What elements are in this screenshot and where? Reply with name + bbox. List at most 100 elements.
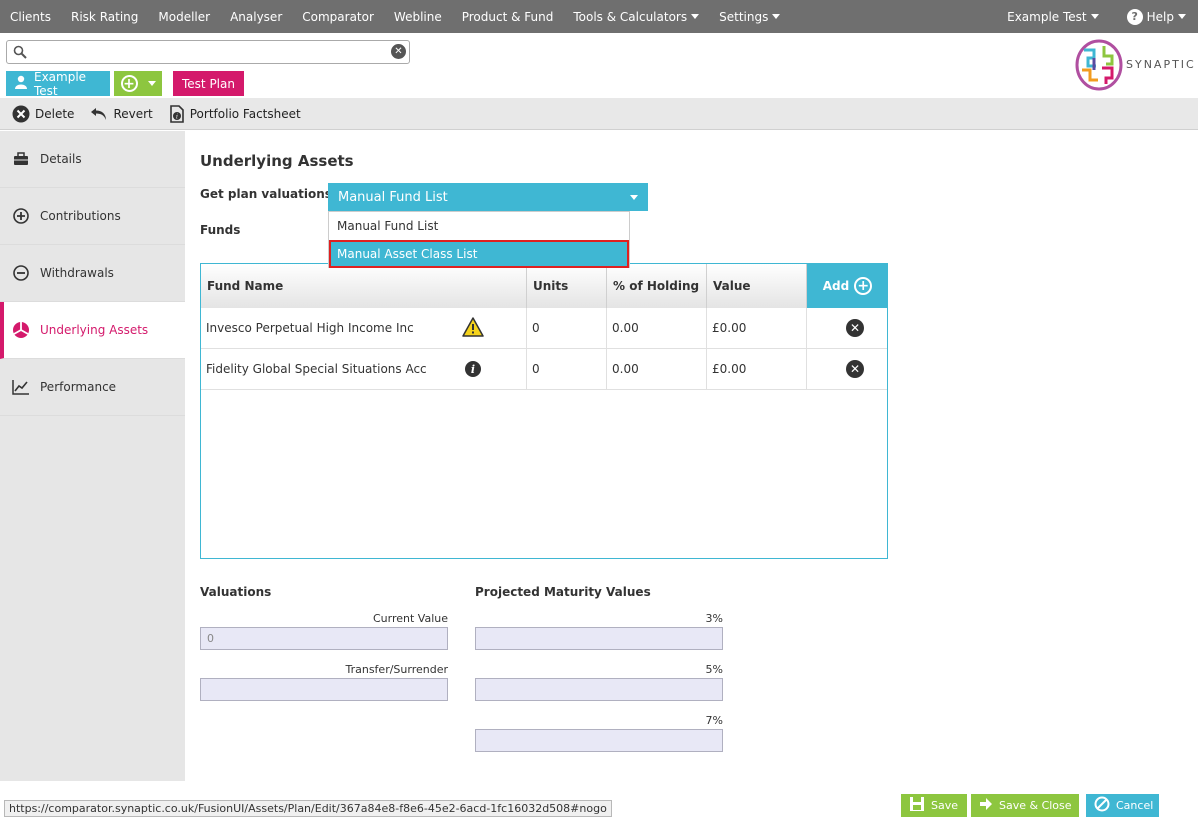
column-header-value: Value [707,264,807,308]
column-header-fund-name: Fund Name [201,264,527,308]
undo-icon [90,106,108,122]
nav-comparator[interactable]: Comparator [292,0,384,33]
option-manual-fund-list[interactable]: Manual Fund List [329,212,629,240]
sidebar-item-label: Withdrawals [40,266,114,280]
search-input[interactable]: ✕ [6,40,410,64]
factsheet-label: Portfolio Factsheet [189,106,301,121]
transfer-surrender-field[interactable] [200,678,448,701]
warning-icon[interactable] [462,317,484,340]
table-row: Invesco Perpetual High Income Inc 0 0.00… [201,308,887,349]
chevron-down-icon [691,14,700,19]
chevron-down-icon [1178,14,1186,19]
fund-name-cell: Invesco Perpetual High Income Inc [201,308,527,348]
sidebar-item-details[interactable]: Details [0,131,185,188]
valuations-title: Valuations [200,585,272,599]
current-value-field[interactable]: 0 [200,627,448,650]
remove-fund-button[interactable]: ✕ [807,349,887,389]
funds-label: Funds [200,223,241,237]
help-label: Help [1146,9,1174,24]
sidebar: Details Contributions Withdrawals Underl… [0,131,185,781]
cancel-icon [1094,796,1110,815]
status-url: https://comparator.synaptic.co.uk/Fusion… [4,800,612,817]
current-value-label: Current Value [372,612,448,625]
projected-7-field[interactable] [475,729,723,752]
nav-analyser[interactable]: Analyser [220,0,292,33]
transfer-surrender-label: Transfer/Surrender [345,663,448,676]
get-plan-valuations-label: Get plan valuations: [200,187,337,201]
plus-circle-icon: + [120,75,138,92]
cancel-button[interactable]: Cancel [1086,794,1159,817]
client-name: Example Test [34,69,87,98]
sidebar-item-withdrawals[interactable]: Withdrawals [0,245,185,302]
synaptic-logo [1074,38,1124,92]
add-label: Add [822,279,850,293]
projected-5-field[interactable] [475,678,723,701]
option-manual-asset-class-list[interactable]: Manual Asset Class List [329,240,629,268]
portfolio-factsheet-button[interactable]: i Portfolio Factsheet [169,104,301,123]
nav-clients[interactable]: Clients [0,0,61,33]
save-icon [909,796,925,815]
close-icon: ✕ [846,319,864,337]
nav-tools-label: Tools & Calculators [573,9,688,24]
fund-name-cell: Fidelity Global Special Situations Acc i [201,349,527,389]
briefcase-icon [12,152,30,166]
plan-button[interactable]: Test Plan [173,71,244,96]
value-cell: £0.00 [707,349,807,389]
sidebar-item-performance[interactable]: Performance [0,359,185,416]
toolbar: Delete Revert i Portfolio Factsheet [0,98,1198,130]
nav-modeller[interactable]: Modeller [148,0,220,33]
document-info-icon: i [169,104,185,123]
table-row: Fidelity Global Special Situations Acc i… [201,349,887,390]
column-header-units: Units [527,264,607,308]
add-menu-button[interactable]: + [114,71,162,96]
chevron-down-icon [1090,14,1099,19]
chevron-down-icon [772,14,781,19]
delete-button[interactable]: Delete [12,105,74,123]
units-cell: 0 [527,308,607,348]
save-close-button[interactable]: Save & Close [971,794,1079,817]
logo-wordmark: SYNAPTIC [1126,58,1196,71]
rate-5-label: 5% [705,663,723,676]
sidebar-item-label: Underlying Assets [40,323,149,337]
sidebar-item-label: Details [40,152,82,166]
delete-label: Delete [35,106,75,121]
help-menu[interactable]: ? Help [1117,0,1198,33]
select-value: Manual Fund List [338,189,448,205]
revert-button[interactable]: Revert [90,106,153,122]
add-fund-button[interactable]: Add + [807,264,888,308]
holding-cell: 0.00 [607,308,707,348]
projected-3-field[interactable] [475,627,723,650]
column-header-holding: % of Holding [607,264,707,308]
revert-label: Revert [113,106,153,121]
projected-maturity-title: Projected Maturity Values [475,585,651,599]
holding-cell: 0.00 [607,349,707,389]
clear-search-icon[interactable]: ✕ [391,44,406,59]
nav-settings[interactable]: Settings [709,0,790,33]
value-cell: £0.00 [707,308,807,348]
line-chart-icon [12,379,30,395]
plan-valuations-select[interactable]: Manual Fund List [328,183,648,211]
nav-product-fund[interactable]: Product & Fund [452,0,564,33]
sidebar-item-contributions[interactable]: Contributions [0,188,185,245]
nav-tools-calculators[interactable]: Tools & Calculators [563,0,709,33]
user-menu-label: Example Test [1007,9,1087,24]
close-circle-icon [12,105,30,123]
save-close-label: Save & Close [999,799,1072,812]
nav-risk-rating[interactable]: Risk Rating [61,0,148,33]
user-menu[interactable]: Example Test [997,0,1117,33]
save-button[interactable]: Save [901,794,967,817]
cancel-label: Cancel [1116,799,1154,812]
client-button[interactable]: Example Test [6,69,110,98]
rate-3-label: 3% [705,612,723,625]
fund-name: Fidelity Global Special Situations Acc [206,362,427,376]
pie-chart-icon [12,321,30,339]
nav-webline[interactable]: Webline [384,0,452,33]
info-icon[interactable]: i [465,361,481,377]
sidebar-item-label: Contributions [40,209,121,223]
nav-settings-label: Settings [719,9,769,24]
close-icon: ✕ [846,360,864,378]
remove-fund-button[interactable]: ✕ [807,308,887,348]
top-navigation: Clients Risk Rating Modeller Analyser Co… [0,0,1198,33]
plus-circle-icon [12,208,30,224]
sidebar-item-underlying-assets[interactable]: Underlying Assets [0,302,185,359]
